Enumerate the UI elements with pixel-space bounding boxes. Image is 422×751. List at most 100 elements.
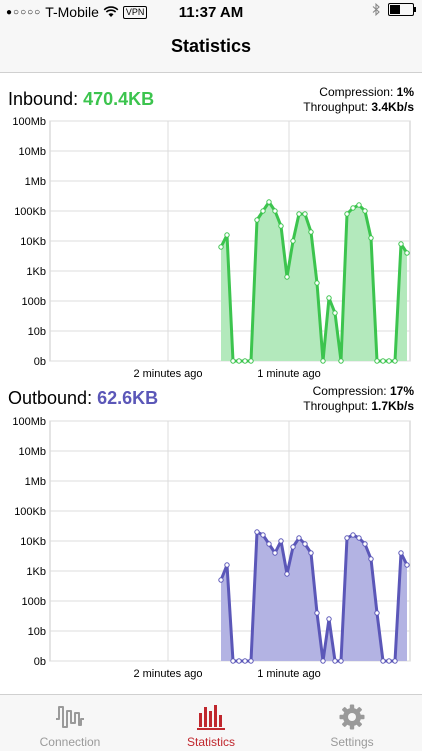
inbound-compression-label: Compression: bbox=[319, 85, 394, 99]
inbound-data-point bbox=[350, 205, 356, 211]
inbound-data-point bbox=[266, 199, 272, 205]
inbound-title: Inbound: 470.4KB bbox=[8, 89, 154, 110]
tab-settings-label: Settings bbox=[330, 735, 374, 749]
battery-icon bbox=[388, 3, 416, 16]
inbound-data-point bbox=[380, 358, 386, 364]
connection-waveform-icon bbox=[56, 706, 84, 728]
outbound-data-point bbox=[404, 562, 410, 568]
outbound-data-point bbox=[374, 610, 380, 616]
outbound-data-point bbox=[224, 562, 230, 568]
outbound-data-point bbox=[356, 535, 362, 541]
inbound-data-point bbox=[326, 295, 332, 301]
outbound-data-point bbox=[320, 658, 326, 664]
outbound-compression-value: 17% bbox=[389, 384, 414, 398]
outbound-x-tick-label: 2 minutes ago bbox=[133, 668, 202, 680]
inbound-data-point bbox=[404, 250, 410, 256]
outbound-data-point bbox=[296, 535, 302, 541]
outbound-data-point bbox=[260, 532, 266, 538]
outbound-data-point bbox=[344, 535, 350, 541]
inbound-throughput-label: Throughput: bbox=[303, 100, 368, 114]
inbound-data-point bbox=[398, 241, 404, 247]
page-title: Statistics bbox=[170, 36, 252, 56]
inbound-y-tick-label: 1Mb bbox=[25, 176, 46, 188]
inbound-y-tick-label: 10Kb bbox=[20, 236, 46, 248]
outbound-data-point bbox=[242, 658, 248, 664]
outbound-data-point bbox=[308, 550, 314, 556]
outbound-data-point bbox=[236, 658, 242, 664]
outbound-data-point bbox=[314, 610, 320, 616]
inbound-data-point bbox=[302, 211, 308, 217]
inbound-data-point bbox=[314, 280, 320, 286]
outbound-y-tick-label: 1Kb bbox=[26, 566, 46, 578]
inbound-data-point bbox=[248, 358, 254, 364]
status-bar: ●○○○○ T-Mobile VPN 11:37 AM bbox=[0, 0, 422, 24]
tab-statistics[interactable]: Statistics bbox=[141, 695, 281, 751]
battery-level bbox=[390, 5, 400, 14]
inbound-data-point bbox=[230, 358, 236, 364]
inbound-data-point bbox=[290, 238, 296, 244]
tab-statistics-label: Statistics bbox=[186, 735, 235, 749]
inbound-data-point bbox=[386, 358, 392, 364]
outbound-data-point bbox=[362, 541, 368, 547]
inbound-throughput-value: 3.4Kb/s bbox=[371, 100, 414, 114]
tab-connection-label: Connection bbox=[39, 735, 101, 749]
inbound-data-point bbox=[254, 217, 260, 223]
outbound-data-point bbox=[392, 658, 398, 664]
outbound-data-point bbox=[218, 577, 224, 583]
inbound-data-point bbox=[374, 358, 380, 364]
outbound-throughput-value: 1.7Kb/s bbox=[371, 399, 414, 413]
inbound-data-point bbox=[278, 223, 284, 229]
gear-icon bbox=[339, 704, 365, 730]
outbound-data-point bbox=[350, 532, 356, 538]
statistics-content: Inbound: 470.4KB Compression: 1% Through… bbox=[0, 73, 422, 694]
outbound-data-point bbox=[278, 538, 284, 544]
inbound-chart: 0b10b100b1Kb10Kb100Kb1Mb10Mb100Mb2 minut… bbox=[12, 116, 411, 380]
tab-connection[interactable]: Connection bbox=[0, 695, 140, 751]
inbound-data-point bbox=[308, 229, 314, 235]
inbound-data-point bbox=[260, 208, 266, 214]
outbound-chart: 0b 10b 100b 1Kb 10Kb 100Kb 1Mb 10Mb 100Mb 2 minut… bbox=[12, 416, 411, 680]
outbound-y-tick-label: 10Kb bbox=[20, 536, 46, 548]
outbound-data-point bbox=[368, 556, 374, 562]
outbound-throughput-label: Throughput: bbox=[303, 399, 368, 413]
inbound-data-point bbox=[362, 208, 368, 214]
inbound-section: Inbound: 470.4KB Compression: 1% Through… bbox=[0, 73, 422, 380]
outbound-y-tick-label: 1Mb bbox=[25, 476, 46, 488]
inbound-compression-value: 1% bbox=[396, 85, 414, 99]
outbound-y-tick-label: 0b bbox=[34, 656, 46, 668]
inbound-data-point bbox=[344, 211, 350, 217]
outbound-data-point bbox=[284, 571, 290, 577]
outbound-data-point bbox=[326, 616, 332, 622]
inbound-data-point bbox=[296, 211, 302, 217]
outbound-data-point bbox=[386, 658, 392, 664]
outbound-data-point bbox=[230, 658, 236, 664]
outbound-compression-label: Compression: bbox=[312, 384, 387, 398]
inbound-data-point bbox=[368, 235, 374, 241]
inbound-label: Inbound: bbox=[8, 89, 79, 109]
inbound-y-tick-label: 0b bbox=[34, 356, 46, 368]
outbound-label: Outbound: bbox=[8, 388, 93, 408]
outbound-data-point bbox=[248, 658, 254, 664]
outbound-section: Outbound: 62.6KB Compression: 17% Throug… bbox=[0, 376, 422, 694]
outbound-x-tick-label: 1 minute ago bbox=[257, 668, 321, 680]
outbound-title: Outbound: 62.6KB bbox=[8, 388, 158, 409]
tab-bar: Connection Statistics Settings bbox=[0, 694, 422, 751]
inbound-y-tick-label: 100Mb bbox=[12, 116, 46, 128]
inbound-y-tick-label: 1Kb bbox=[26, 266, 46, 278]
bluetooth-icon bbox=[372, 3, 380, 16]
inbound-data-point bbox=[338, 358, 344, 364]
inbound-data-point bbox=[218, 244, 224, 250]
inbound-data-point bbox=[272, 208, 278, 214]
outbound-y-tick-label: 10Mb bbox=[18, 446, 46, 458]
inbound-value: 470.4KB bbox=[83, 89, 155, 109]
tab-settings[interactable]: Settings bbox=[282, 695, 422, 751]
status-time: 11:37 AM bbox=[178, 4, 244, 21]
inbound-data-point bbox=[284, 274, 290, 280]
outbound-data-point bbox=[302, 541, 308, 547]
inbound-y-tick-label: 100Kb bbox=[14, 206, 46, 218]
outbound-data-point bbox=[272, 550, 278, 556]
outbound-data-point bbox=[380, 658, 386, 664]
bar-chart-icon bbox=[197, 705, 225, 730]
inbound-data-point bbox=[236, 358, 242, 364]
outbound-data-point bbox=[290, 544, 296, 550]
